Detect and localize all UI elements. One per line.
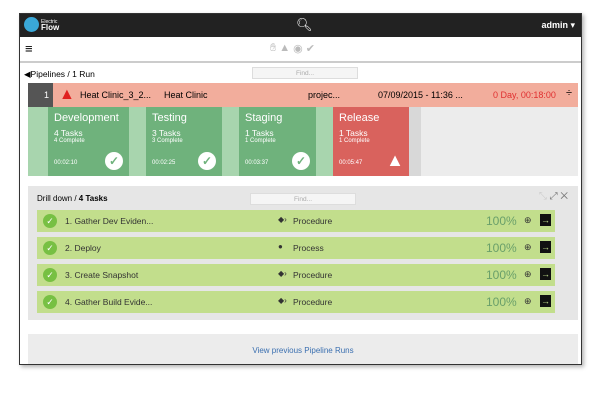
stage-complete: 3 Complete (152, 138, 183, 144)
task-percent: 100% (486, 295, 517, 309)
expand-icon[interactable]: ⤢ (550, 191, 558, 202)
warning-icon: ▲ (59, 86, 75, 103)
stage-complete: 4 Complete (54, 138, 85, 144)
search-icon[interactable]: 🔍︎ (296, 17, 313, 33)
footer: View previous Pipeline Runs (28, 334, 578, 364)
logo-icon (24, 17, 39, 32)
stage-complete: 1 Complete (245, 138, 276, 144)
stage-name: Development (54, 112, 119, 124)
running-filter-icon[interactable]: ◉ (293, 42, 303, 55)
task-row[interactable]: ✓ 2. Deploy ● Process 100% ⊕ → (37, 237, 555, 259)
task-name: 4. Gather Build Evide... (65, 297, 153, 307)
warning-icon: ▲ (386, 150, 404, 170)
project-name: projec... (308, 90, 341, 100)
pipeline-run-row[interactable]: 1 ▲ Heat Clinic_3_2... Heat Clinic proje… (28, 83, 578, 107)
drill-down-panel: Drill down / 4 Tasks Find... ⤡ ⤢ ✕ ✓ 1. … (28, 186, 578, 320)
stage-name: Staging (245, 112, 283, 124)
check-icon: ✓ (43, 268, 57, 282)
stage-staging[interactable]: Staging 1 Tasks 1 Complete 00:03:37 ✓ (239, 107, 316, 176)
run-start-time: 07/09/2015 - 11:36 ... (378, 90, 463, 100)
task-type: Process (293, 243, 324, 253)
run-duration: 0 Day, 00:18:00 (493, 90, 556, 100)
stage-name: Testing (152, 112, 187, 124)
app-window: Electric Flow 🔍︎ admin ▾ ≡ ✋︎ ▲ ◉ ✔ ◀Pipe… (19, 13, 582, 365)
sort-icon[interactable]: ÷ (566, 87, 572, 99)
target-icon[interactable]: ⊕ (524, 269, 532, 280)
stage-time: 00:02:10 (54, 160, 78, 166)
check-icon: ✓ (198, 152, 216, 170)
stage-name: Release (339, 112, 380, 124)
open-icon[interactable]: → (540, 241, 551, 253)
check-icon: ✓ (43, 214, 57, 228)
task-row[interactable]: ✓ 4. Gather Build Evide... ◆› Procedure … (37, 291, 555, 313)
stage-time: 00:03:37 (245, 160, 269, 166)
hand-icon[interactable]: ✋︎ (270, 42, 276, 55)
top-bar: Electric Flow 🔍︎ admin ▾ (20, 14, 581, 37)
task-percent: 100% (486, 214, 517, 228)
stage-time: 00:05:47 (339, 160, 363, 166)
stage-complete: 1 Complete (339, 138, 370, 144)
task-row[interactable]: ✓ 1. Gather Dev Eviden... ◆› Procedure 1… (37, 210, 555, 232)
menu-icon[interactable]: ≡ (25, 42, 33, 55)
check-icon: ✓ (43, 241, 57, 255)
stage-tasks: 1 Tasks (245, 128, 274, 138)
user-name: admin (541, 20, 568, 30)
breadcrumb-text: Pipelines / 1 Run (30, 69, 95, 79)
stage-development[interactable]: Development 4 Tasks 4 Complete 00:02:10 … (48, 107, 129, 176)
pipeline-name: Heat Clinic (164, 90, 208, 100)
stage-release[interactable]: Release 1 Tasks 1 Complete 00:05:47 ▲ (333, 107, 409, 176)
task-percent: 100% (486, 241, 517, 255)
task-type: Procedure (293, 297, 333, 307)
run-find-input[interactable]: Find... (252, 67, 358, 79)
close-icon[interactable]: ✕ (560, 191, 568, 202)
check-icon: ✓ (105, 152, 123, 170)
stage-testing[interactable]: Testing 3 Tasks 3 Complete 00:02:25 ✓ (146, 107, 222, 176)
stage-tasks: 1 Tasks (339, 128, 368, 138)
task-name: 1. Gather Dev Eviden... (65, 216, 154, 226)
target-icon[interactable]: ⊕ (524, 296, 532, 307)
view-previous-runs-link[interactable]: View previous Pipeline Runs (252, 346, 353, 355)
task-row[interactable]: ✓ 3. Create Snapshot ◆› Procedure 100% ⊕… (37, 264, 555, 286)
task-type: Procedure (293, 216, 333, 226)
open-icon[interactable]: → (540, 268, 551, 280)
chevron-down-icon: ▾ (570, 20, 575, 30)
drill-down-title: Drill down / 4 Tasks (37, 194, 108, 203)
procedure-icon: ◆› (278, 296, 287, 305)
task-find-input[interactable]: Find... (250, 193, 356, 205)
check-icon: ✓ (43, 295, 57, 309)
target-icon[interactable]: ⊕ (524, 215, 532, 226)
open-icon[interactable]: → (540, 295, 551, 307)
target-icon[interactable]: ⊕ (524, 242, 532, 253)
stage-tasks: 3 Tasks (152, 128, 181, 138)
toolbar: ≡ ✋︎ ▲ ◉ ✔ (20, 37, 581, 63)
task-type: Procedure (293, 270, 333, 280)
logo[interactable]: Electric Flow (24, 17, 59, 32)
procedure-icon: ◆› (278, 215, 287, 224)
user-menu[interactable]: admin ▾ (541, 20, 575, 31)
stages: Development 4 Tasks 4 Complete 00:02:10 … (28, 107, 578, 176)
process-icon: ● (278, 242, 283, 251)
task-name: 2. Deploy (65, 243, 101, 253)
breadcrumb[interactable]: ◀Pipelines / 1 Run (24, 69, 95, 80)
warning-filter-icon[interactable]: ▲ (279, 42, 290, 55)
check-icon: ✓ (292, 152, 310, 170)
logo-text: Flow (41, 22, 60, 32)
success-filter-icon[interactable]: ✔ (306, 42, 315, 55)
task-name: 3. Create Snapshot (65, 270, 139, 280)
procedure-icon: ◆› (278, 269, 287, 278)
run-name: Heat Clinic_3_2... (80, 90, 152, 100)
stage-time: 00:02:25 (152, 160, 176, 166)
task-percent: 100% (486, 268, 517, 282)
collapse-icon[interactable]: ⤡ (539, 191, 547, 202)
open-icon[interactable]: → (540, 214, 551, 226)
stage-tasks: 4 Tasks (54, 128, 83, 138)
run-number: 1 (28, 83, 53, 107)
